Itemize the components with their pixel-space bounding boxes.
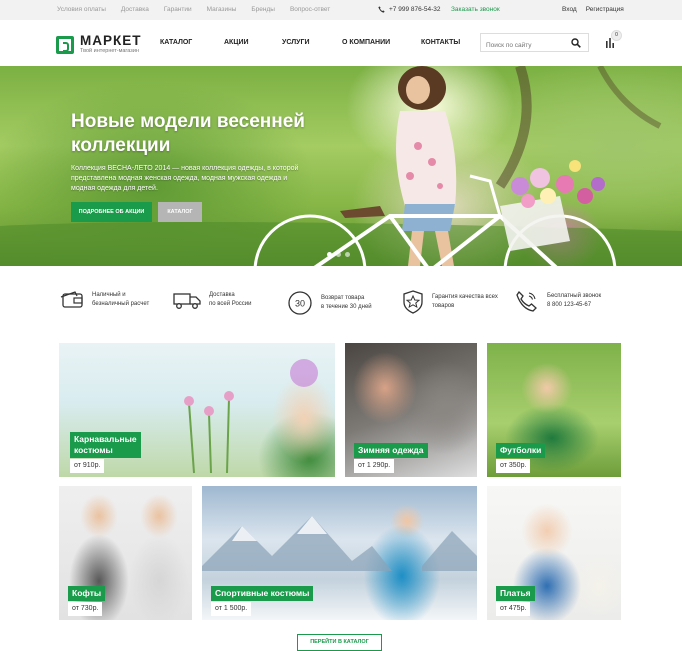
feature-line: Наличный и [92, 292, 126, 298]
category-tile-carnival[interactable]: Карнавальные костюмы от 910р. [59, 343, 335, 477]
main-nav: КАТАЛОГ АКЦИИ УСЛУГИ О КОМПАНИИ КОНТАКТЫ [160, 39, 460, 46]
tile-price: от 1 500р. [211, 602, 252, 616]
features-bar: Наличный и безналичный расчет Доставка по … [0, 280, 682, 325]
tile-price: от 910р. [70, 459, 105, 473]
compare-widget[interactable]: 0 [605, 30, 622, 53]
feature-line: Возврат товара [321, 295, 365, 301]
top-link-brands[interactable]: Бренды [251, 6, 275, 13]
tile-name: Кофты [68, 586, 106, 601]
category-tile-sport[interactable]: Спортивные костюмы от 1 500р. [202, 486, 477, 620]
feature-free-call: Бесплатный звонок 8 800 123-45-67 [515, 290, 601, 312]
feature-payment: Наличный и безналичный расчет [60, 290, 149, 310]
top-link-payment[interactable]: Условия оплаты [57, 6, 106, 13]
category-tile-tshirts[interactable]: Футболки от 350р. [487, 343, 621, 477]
feature-line: товаров [432, 303, 455, 309]
slider-dot-1[interactable] [327, 252, 332, 257]
svg-text:30: 30 [295, 299, 305, 309]
header: МАРКЕТ Твой интернет-магазин КАТАЛОГ АКЦ… [0, 20, 682, 66]
tile-price: от 475р. [496, 602, 531, 616]
callback-link[interactable]: Заказать звонок [451, 6, 500, 13]
slider-dot-3[interactable] [345, 252, 350, 257]
top-link-delivery[interactable]: Доставка [121, 6, 149, 13]
feature-line: 8 800 123-45-67 [547, 302, 592, 308]
feature-line: по всей России [209, 301, 252, 307]
feature-line: Гарантия качества всех [432, 294, 498, 300]
category-tile-dresses[interactable]: Платья от 475р. [487, 486, 621, 620]
nav-item-promotions[interactable]: АКЦИИ [224, 39, 282, 46]
tile-name: Зимняя одежда [354, 443, 428, 458]
promo-details-button[interactable]: ПОДРОБНЕЕ ОБ АКЦИИ [71, 202, 152, 222]
login-link[interactable]: Вход [562, 6, 577, 13]
feature-line: Доставка [209, 292, 235, 298]
top-phone: +7 999 876-54-32 [378, 6, 441, 13]
quality-star-icon [403, 290, 423, 314]
nav-item-contacts[interactable]: КОНТАКТЫ [421, 39, 460, 46]
feature-line: в течение 30 дней [321, 304, 372, 310]
tile-name: Спортивные костюмы [211, 586, 314, 601]
tile-price: от 1 290р. [354, 459, 395, 473]
phone-icon [516, 290, 537, 312]
feature-delivery: Доставка по всей России [173, 290, 252, 310]
logo-name: МАРКЕТ [80, 33, 142, 48]
truck-icon [173, 293, 201, 309]
top-links: Условия оплаты Доставка Гарантии Магазин… [57, 6, 330, 13]
search-box [480, 33, 589, 54]
phone-icon [378, 6, 385, 13]
top-phone-number[interactable]: +7 999 876-54-32 [389, 6, 441, 13]
compare-count-badge: 0 [611, 30, 622, 41]
feature-return: 30 Возврат товара в течение 30 дней [287, 290, 372, 316]
top-link-guarantees[interactable]: Гарантии [164, 6, 192, 13]
top-bar: Условия оплаты Доставка Гарантии Магазин… [0, 0, 682, 20]
hero-description: Коллекция ВЕСНА-ЛЕТО 2014 — новая коллек… [71, 165, 299, 192]
nav-item-services[interactable]: УСЛУГИ [282, 39, 342, 46]
tile-name: костюмы [74, 445, 113, 455]
tile-price: от 730р. [68, 602, 103, 616]
tile-name: Футболки [496, 443, 546, 458]
wallet-icon [60, 291, 83, 308]
go-to-catalog-button[interactable]: ПЕРЕЙТИ В КАТАЛОГ [297, 634, 382, 651]
top-link-faq[interactable]: Вопрос-ответ [290, 6, 330, 13]
nav-item-about[interactable]: О КОМПАНИИ [342, 39, 421, 46]
logo-tagline: Твой интернет-магазин [80, 48, 139, 54]
tile-price: от 350р. [496, 459, 531, 473]
hero-catalog-button[interactable]: КАТАЛОГ [158, 202, 202, 222]
auth-links: Вход Регистрация [562, 6, 624, 13]
feature-line: безналичный расчет [92, 301, 150, 307]
hero-title: Новые модели весенней коллекции [71, 111, 305, 156]
register-link[interactable]: Регистрация [586, 6, 624, 13]
tile-name: Карнавальные [74, 434, 137, 444]
search-icon[interactable] [571, 38, 581, 48]
logo-icon [56, 35, 74, 54]
category-tile-winter[interactable]: Зимняя одежда от 1 290р. [345, 343, 477, 477]
nav-item-catalog[interactable]: КАТАЛОГ [160, 39, 224, 46]
tile-name: Платья [496, 586, 535, 601]
hero-banner: Новые модели весенней коллекции Коллекци… [0, 66, 682, 266]
search-input[interactable] [481, 37, 566, 54]
slider-dots [327, 252, 350, 257]
return-30-icon: 30 [288, 291, 312, 315]
category-tile-sweaters[interactable]: Кофты от 730р. [59, 486, 192, 620]
feature-quality: Гарантия качества всех товаров [402, 290, 498, 314]
feature-line: Бесплатный звонок [547, 293, 602, 299]
top-link-stores[interactable]: Магазины [207, 6, 237, 13]
slider-dot-2[interactable] [336, 252, 341, 257]
logo[interactable]: МАРКЕТ Твой интернет-магазин [56, 33, 142, 54]
